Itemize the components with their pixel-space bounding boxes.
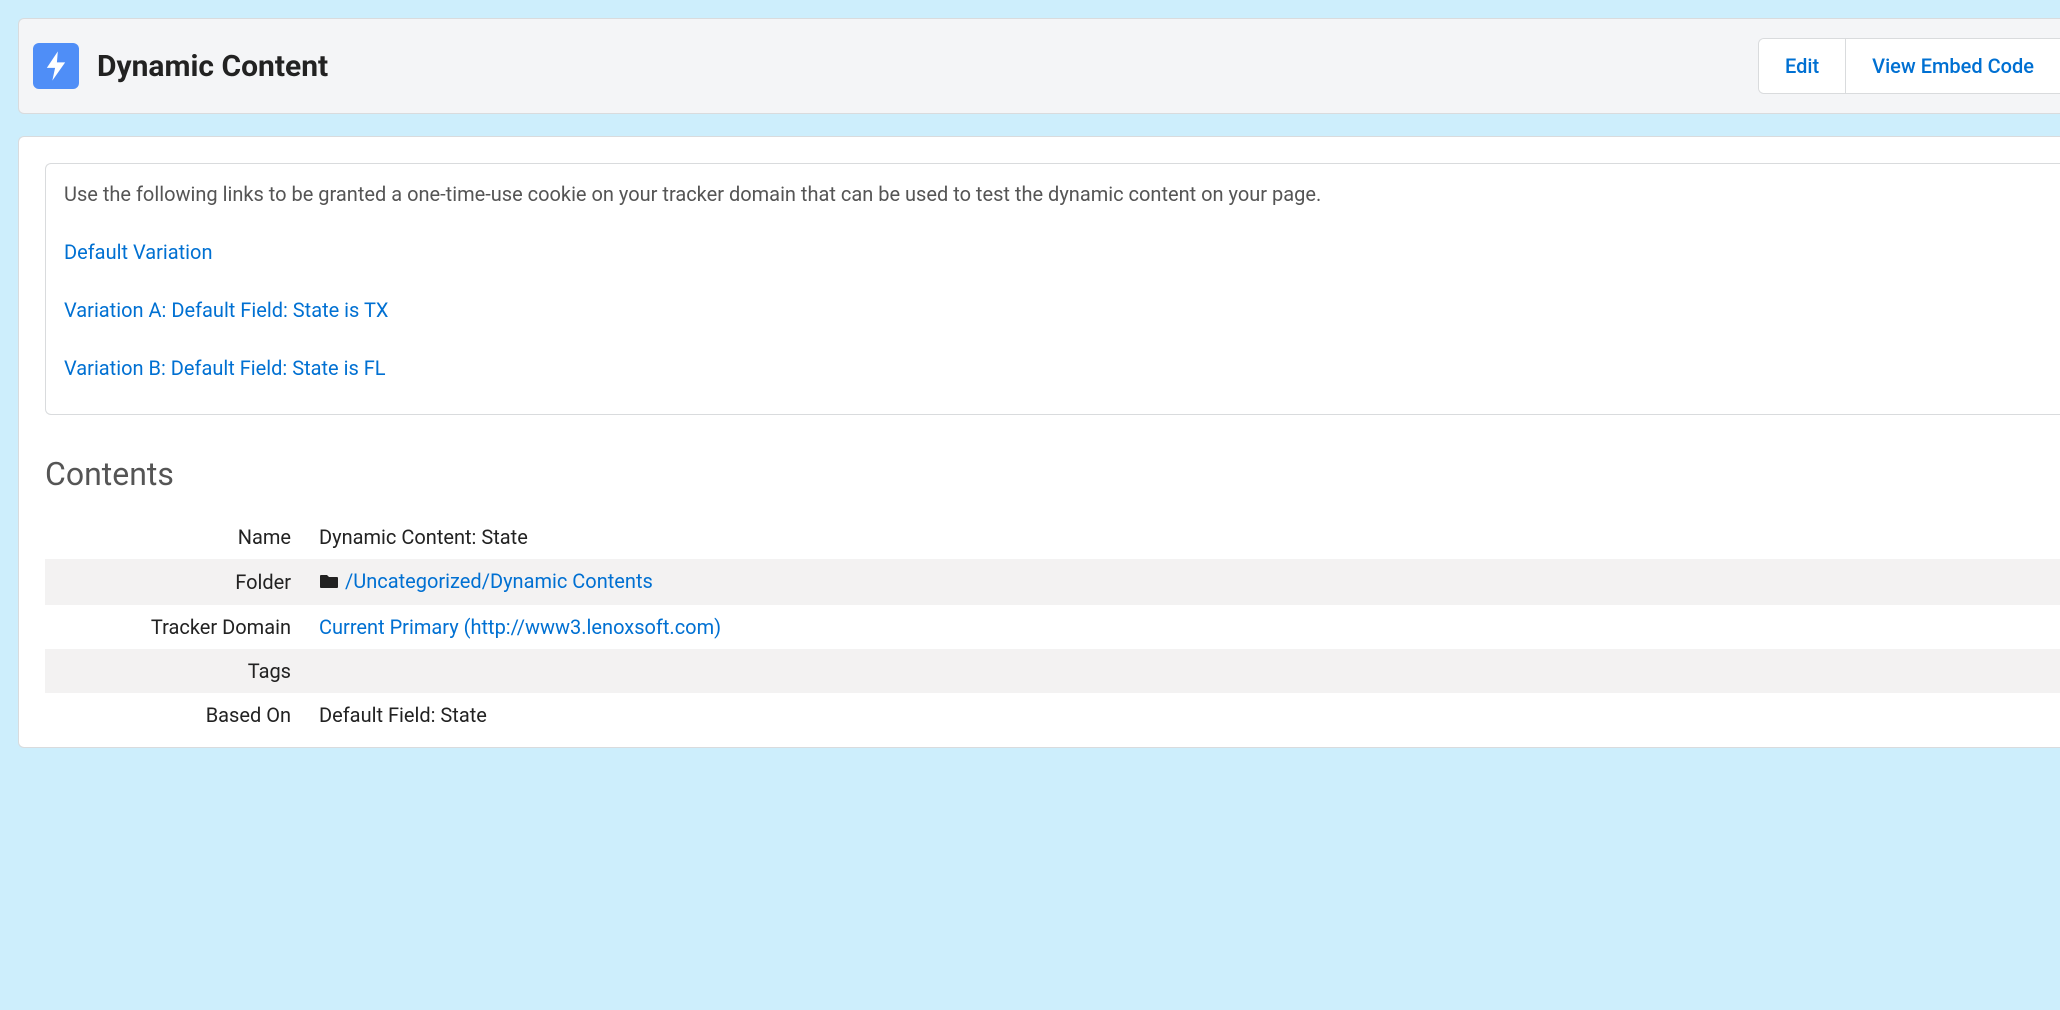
variation-link-default[interactable]: Default Variation (64, 240, 2038, 264)
variation-link-a[interactable]: Variation A: Default Field: State is TX (64, 298, 2038, 322)
folder-icon (319, 570, 339, 594)
detail-label-based-on: Based On (45, 693, 305, 737)
detail-value-folder: /Uncategorized/Dynamic Contents (305, 559, 2060, 605)
header-actions: Edit View Embed Code (1758, 38, 2060, 94)
detail-label-name: Name (45, 515, 305, 559)
page-header: Dynamic Content Edit View Embed Code (18, 18, 2060, 114)
lightning-icon (33, 43, 79, 89)
detail-label-tracker: Tracker Domain (45, 605, 305, 649)
content-panel: Use the following links to be granted a … (18, 136, 2060, 748)
tracker-domain-link[interactable]: Current Primary (http://www3.lenoxsoft.c… (319, 615, 721, 639)
detail-value-tracker: Current Primary (http://www3.lenoxsoft.c… (305, 605, 2060, 649)
variation-link-b[interactable]: Variation B: Default Field: State is FL (64, 356, 2038, 380)
detail-row-tags: Tags (45, 649, 2060, 693)
detail-row-folder: Folder /Uncategorized/Dynamic Contents (45, 559, 2060, 605)
detail-row-tracker: Tracker Domain Current Primary (http://w… (45, 605, 2060, 649)
section-heading-contents: Contents (45, 455, 2060, 493)
page-title: Dynamic Content (97, 49, 328, 84)
edit-button[interactable]: Edit (1759, 39, 1845, 93)
detail-value-tags (305, 649, 2060, 693)
info-text: Use the following links to be granted a … (64, 182, 2038, 206)
detail-row-name: Name Dynamic Content: State (45, 515, 2060, 559)
detail-label-folder: Folder (45, 559, 305, 605)
detail-value-name: Dynamic Content: State (305, 515, 2060, 559)
view-embed-code-button[interactable]: View Embed Code (1845, 39, 2060, 93)
details-table: Name Dynamic Content: State Folder /Unca… (45, 515, 2060, 737)
info-box: Use the following links to be granted a … (45, 163, 2060, 415)
detail-label-tags: Tags (45, 649, 305, 693)
detail-row-based-on: Based On Default Field: State (45, 693, 2060, 737)
folder-link[interactable]: /Uncategorized/Dynamic Contents (345, 569, 653, 593)
detail-value-based-on: Default Field: State (305, 693, 2060, 737)
